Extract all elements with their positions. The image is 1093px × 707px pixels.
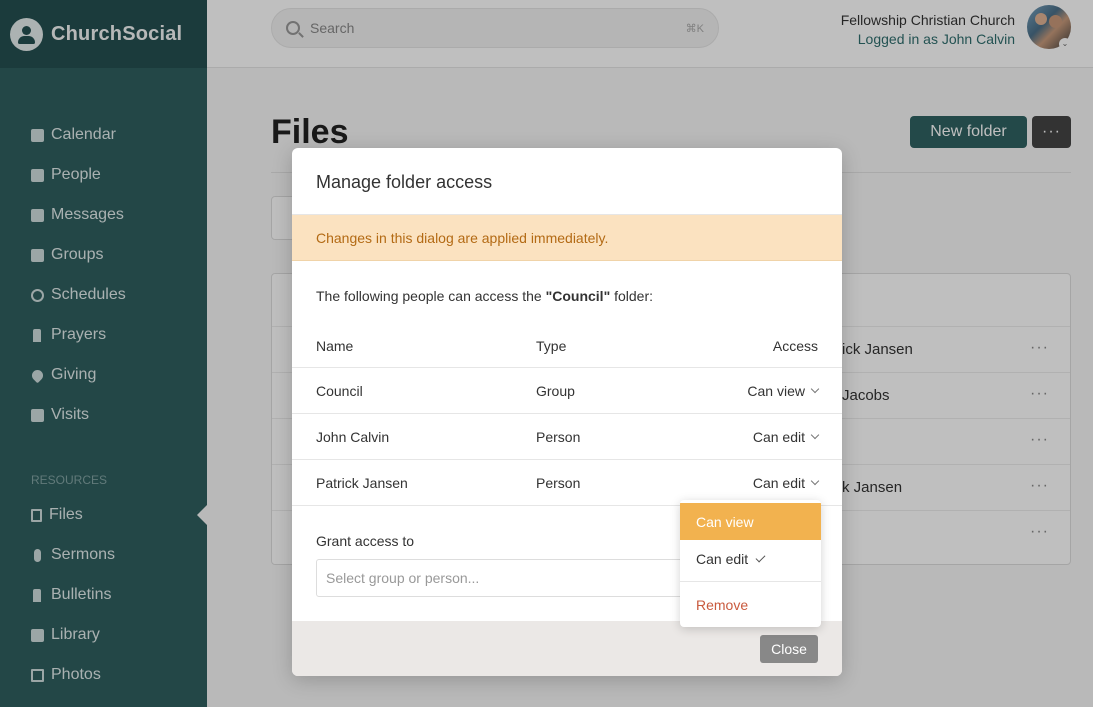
table-row: John Calvin Person Can edit (292, 414, 842, 460)
dialog-footer: Close (292, 621, 842, 676)
grant-access-input[interactable] (316, 559, 716, 597)
chevron-down-icon (810, 384, 820, 394)
notice-banner: Changes in this dialog are applied immed… (292, 215, 842, 261)
access-select[interactable]: Can edit (752, 475, 820, 491)
menu-item-can-view[interactable]: Can view (680, 503, 821, 540)
access-value: Can edit (752, 429, 805, 445)
access-table-header: Name Type Access (292, 322, 842, 368)
type-cell: Group (536, 383, 575, 399)
folder-name: "Council" (545, 288, 611, 304)
access-select[interactable]: Can view (747, 383, 820, 399)
menu-item-remove[interactable]: Remove (680, 586, 821, 623)
desc-text: The following people can access the (316, 288, 546, 304)
table-row: Council Group Can view (292, 368, 842, 414)
access-value: Can edit (752, 475, 805, 491)
desc-text: folder: (610, 288, 654, 304)
menu-item-label: Can view (696, 513, 754, 530)
menu-item-label: Can edit (696, 550, 749, 567)
type-cell: Person (536, 429, 581, 445)
dialog-title: Manage folder access (316, 172, 493, 192)
divider (680, 581, 821, 582)
name-cell: Council (316, 383, 363, 399)
access-dropdown-menu: Can view Can edit Remove (680, 500, 821, 627)
access-value: Can view (747, 383, 805, 399)
checkmark-icon (755, 552, 766, 562)
column-header-access: Access (772, 338, 818, 354)
chevron-down-icon (810, 430, 820, 440)
grant-access-label: Grant access to (316, 533, 415, 549)
access-select[interactable]: Can edit (752, 429, 820, 445)
type-cell: Person (536, 475, 581, 491)
column-header-name: Name (316, 338, 354, 354)
name-cell: Patrick Jansen (316, 475, 408, 491)
column-header-type: Type (536, 338, 567, 354)
chevron-down-icon (810, 476, 820, 486)
access-description: The following people can access the "Cou… (316, 288, 653, 304)
close-button[interactable]: Close (760, 635, 818, 663)
menu-item-can-edit[interactable]: Can edit (680, 540, 821, 577)
name-cell: John Calvin (316, 429, 390, 445)
